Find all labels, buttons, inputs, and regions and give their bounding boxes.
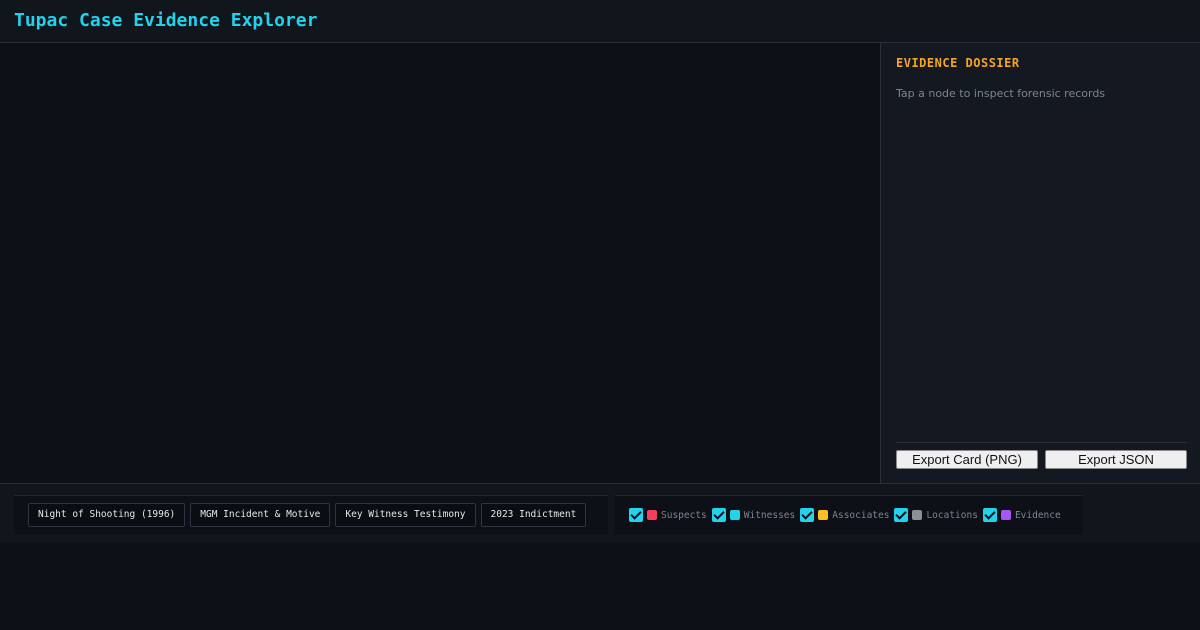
filter-suspects: Suspects (629, 508, 707, 522)
page-bottom-area (0, 543, 1200, 630)
associates-filter-label: Associates (832, 509, 890, 521)
evidence-graph-canvas[interactable] (0, 43, 880, 483)
evidence-filter-label: Evidence (1014, 509, 1061, 521)
evidence-color-swatch (1000, 510, 1011, 520)
app-header: Tupac Case Evidence Explorer (0, 0, 1200, 43)
filter-associates: Associates (800, 508, 889, 522)
locations-filter-label: Locations (926, 509, 978, 521)
locations-color-swatch (912, 510, 923, 520)
witnesses-checkbox[interactable] (711, 508, 726, 522)
suspects-color-swatch (647, 510, 657, 520)
filter-evidence: Evidence (982, 508, 1061, 522)
evidence-checkbox[interactable] (982, 508, 997, 522)
chapter-bar: Night of Shooting (1996) MGM Incident & … (14, 495, 608, 534)
export-card-png-button[interactable]: Export Card (PNG) (896, 450, 1038, 469)
chapter-button-mgm-incident[interactable]: MGM Incident & Motive (190, 503, 331, 527)
filter-witnesses: Witnesses (711, 508, 796, 522)
locations-checkbox[interactable] (894, 508, 909, 522)
suspects-checkbox[interactable] (629, 508, 643, 522)
chapter-button-key-witness[interactable]: Key Witness Testimony (335, 503, 476, 527)
suspects-filter-label: Suspects (661, 509, 707, 521)
footer-toolbar: Night of Shooting (1996) MGM Incident & … (0, 483, 1200, 543)
dossier-hint: Tap a node to inspect forensic records (896, 87, 1106, 100)
evidence-dossier-panel: EVIDENCE DOSSIER Tap a node to inspect f… (880, 43, 1200, 483)
associates-checkbox[interactable] (800, 508, 815, 522)
chapter-button-night-of-shooting[interactable]: Night of Shooting (1996) (28, 503, 186, 527)
node-type-filter-bar: Suspects Witnesses Associates Locations … (615, 495, 1083, 534)
associates-color-swatch (818, 510, 829, 520)
app-title: Tupac Case Evidence Explorer (14, 10, 318, 31)
export-json-button[interactable]: Export JSON (1045, 450, 1187, 469)
dossier-title: EVIDENCE DOSSIER (896, 56, 1020, 70)
chapter-button-2023-indictment[interactable]: 2023 Indictment (480, 503, 587, 527)
witnesses-filter-label: Witnesses (743, 509, 796, 521)
witnesses-color-swatch (729, 510, 740, 520)
dossier-actions: Export Card (PNG) Export JSON (896, 442, 1187, 469)
filter-locations: Locations (894, 508, 978, 522)
